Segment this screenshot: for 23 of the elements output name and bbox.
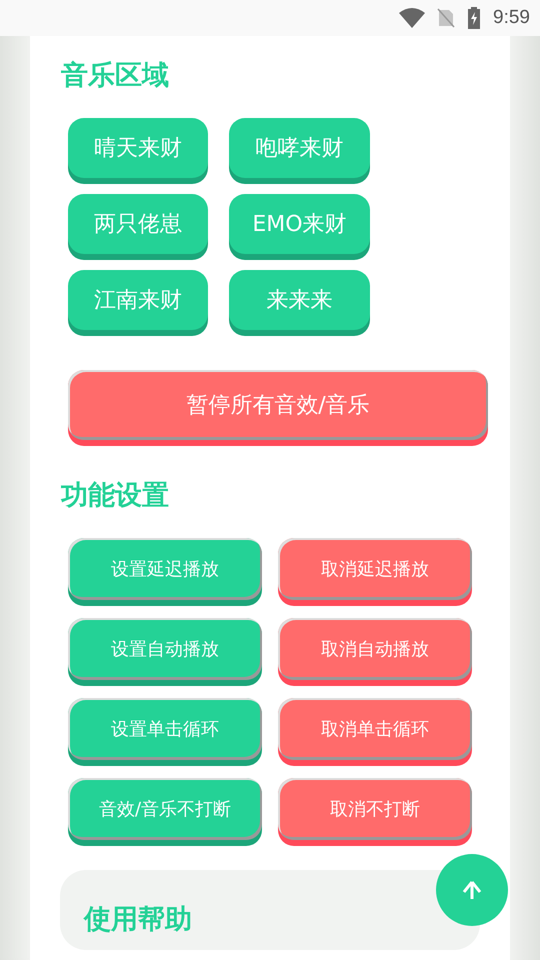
stop-all-button[interactable]: 暂停所有音效/音乐 [68,370,488,440]
setting-button[interactable]: 设置自动播放 [68,618,262,680]
setting-button[interactable]: 音效/音乐不打断 [68,778,262,840]
setting-button[interactable]: 取消延迟播放 [278,538,472,600]
music-button[interactable]: 来来来 [229,270,370,330]
music-button[interactable]: 江南来财 [68,270,208,330]
music-button[interactable]: 晴天来财 [68,118,208,178]
arrow-up-icon [460,878,484,902]
wifi-icon [399,8,426,28]
setting-button[interactable]: 设置单击循环 [68,698,262,760]
section-title: 功能设置 [61,479,170,513]
no-sim-icon [437,8,456,28]
setting-button[interactable]: 取消单击循环 [278,698,472,760]
status-time: 9:59 [493,7,530,29]
setting-button[interactable]: 设置延迟播放 [68,538,262,600]
battery-icon [467,7,482,29]
setting-button[interactable]: 取消自动播放 [278,618,472,680]
help-title: 使用帮助 [84,903,193,937]
music-button[interactable]: 两只佬崽 [68,194,208,254]
setting-button[interactable]: 取消不打断 [278,778,472,840]
section-title: 音乐区域 [61,59,170,93]
music-button[interactable]: EMO来财 [229,194,370,254]
music-button[interactable]: 咆哮来财 [229,118,370,178]
